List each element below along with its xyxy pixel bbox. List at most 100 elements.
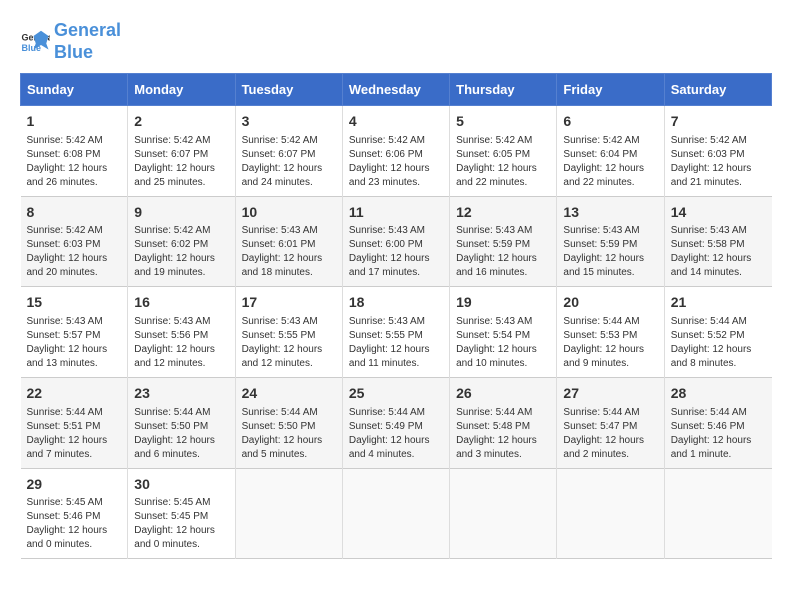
calendar-day-cell: 9 Sunrise: 5:42 AM Sunset: 6:02 PM Dayli… (128, 196, 235, 287)
day-info: Sunrise: 5:44 AM Sunset: 5:47 PM Dayligh… (563, 406, 657, 462)
weekday-header: Wednesday (342, 74, 449, 106)
calendar-day-cell: 20 Sunrise: 5:44 AM Sunset: 5:53 PM Dayl… (557, 287, 664, 378)
calendar-week-row: 1 Sunrise: 5:42 AM Sunset: 6:08 PM Dayli… (21, 106, 772, 197)
calendar-day-cell: 16 Sunrise: 5:43 AM Sunset: 5:56 PM Dayl… (128, 287, 235, 378)
calendar-day-cell: 21 Sunrise: 5:44 AM Sunset: 5:52 PM Dayl… (664, 287, 771, 378)
day-info: Sunrise: 5:43 AM Sunset: 5:57 PM Dayligh… (27, 315, 122, 371)
day-number: 12 (456, 203, 550, 223)
day-number: 20 (563, 293, 657, 313)
day-info: Sunrise: 5:42 AM Sunset: 6:04 PM Dayligh… (563, 134, 657, 190)
weekday-header: Thursday (450, 74, 557, 106)
day-info: Sunrise: 5:43 AM Sunset: 5:59 PM Dayligh… (563, 224, 657, 280)
day-number: 1 (27, 112, 122, 132)
day-number: 27 (563, 384, 657, 404)
day-number: 30 (134, 475, 228, 495)
calendar-week-row: 29 Sunrise: 5:45 AM Sunset: 5:46 PM Dayl… (21, 468, 772, 559)
day-number: 7 (671, 112, 766, 132)
calendar-day-cell (450, 468, 557, 559)
day-number: 8 (27, 203, 122, 223)
day-number: 3 (242, 112, 336, 132)
calendar-day-cell: 28 Sunrise: 5:44 AM Sunset: 5:46 PM Dayl… (664, 377, 771, 468)
calendar-week-row: 8 Sunrise: 5:42 AM Sunset: 6:03 PM Dayli… (21, 196, 772, 287)
calendar-table: SundayMondayTuesdayWednesdayThursdayFrid… (20, 73, 772, 559)
day-number: 4 (349, 112, 443, 132)
calendar-day-cell: 8 Sunrise: 5:42 AM Sunset: 6:03 PM Dayli… (21, 196, 128, 287)
calendar-day-cell: 11 Sunrise: 5:43 AM Sunset: 6:00 PM Dayl… (342, 196, 449, 287)
calendar-week-row: 15 Sunrise: 5:43 AM Sunset: 5:57 PM Dayl… (21, 287, 772, 378)
calendar-day-cell: 29 Sunrise: 5:45 AM Sunset: 5:46 PM Dayl… (21, 468, 128, 559)
day-number: 22 (27, 384, 122, 404)
calendar-day-cell: 5 Sunrise: 5:42 AM Sunset: 6:05 PM Dayli… (450, 106, 557, 197)
day-number: 18 (349, 293, 443, 313)
day-number: 17 (242, 293, 336, 313)
calendar-day-cell: 15 Sunrise: 5:43 AM Sunset: 5:57 PM Dayl… (21, 287, 128, 378)
day-info: Sunrise: 5:43 AM Sunset: 5:55 PM Dayligh… (242, 315, 336, 371)
logo-icon: General Blue (20, 27, 50, 57)
day-info: Sunrise: 5:42 AM Sunset: 6:08 PM Dayligh… (27, 134, 122, 190)
day-number: 15 (27, 293, 122, 313)
day-number: 16 (134, 293, 228, 313)
calendar-day-cell: 6 Sunrise: 5:42 AM Sunset: 6:04 PM Dayli… (557, 106, 664, 197)
weekday-header: Monday (128, 74, 235, 106)
calendar-day-cell: 30 Sunrise: 5:45 AM Sunset: 5:45 PM Dayl… (128, 468, 235, 559)
calendar-day-cell: 24 Sunrise: 5:44 AM Sunset: 5:50 PM Dayl… (235, 377, 342, 468)
calendar-day-cell: 18 Sunrise: 5:43 AM Sunset: 5:55 PM Dayl… (342, 287, 449, 378)
day-info: Sunrise: 5:45 AM Sunset: 5:46 PM Dayligh… (27, 496, 122, 552)
calendar-day-cell: 27 Sunrise: 5:44 AM Sunset: 5:47 PM Dayl… (557, 377, 664, 468)
day-number: 5 (456, 112, 550, 132)
page-header: General Blue General Blue (20, 20, 772, 63)
day-number: 10 (242, 203, 336, 223)
calendar-day-cell: 22 Sunrise: 5:44 AM Sunset: 5:51 PM Dayl… (21, 377, 128, 468)
day-info: Sunrise: 5:43 AM Sunset: 5:58 PM Dayligh… (671, 224, 766, 280)
day-number: 25 (349, 384, 443, 404)
day-number: 14 (671, 203, 766, 223)
day-number: 6 (563, 112, 657, 132)
day-number: 19 (456, 293, 550, 313)
day-info: Sunrise: 5:43 AM Sunset: 5:59 PM Dayligh… (456, 224, 550, 280)
calendar-day-cell (342, 468, 449, 559)
day-number: 2 (134, 112, 228, 132)
logo-text-line1: General (54, 20, 121, 42)
day-number: 21 (671, 293, 766, 313)
day-info: Sunrise: 5:44 AM Sunset: 5:50 PM Dayligh… (134, 406, 228, 462)
calendar-day-cell: 2 Sunrise: 5:42 AM Sunset: 6:07 PM Dayli… (128, 106, 235, 197)
day-number: 9 (134, 203, 228, 223)
day-info: Sunrise: 5:42 AM Sunset: 6:05 PM Dayligh… (456, 134, 550, 190)
calendar-day-cell: 19 Sunrise: 5:43 AM Sunset: 5:54 PM Dayl… (450, 287, 557, 378)
weekday-header: Friday (557, 74, 664, 106)
day-info: Sunrise: 5:44 AM Sunset: 5:50 PM Dayligh… (242, 406, 336, 462)
calendar-day-cell: 3 Sunrise: 5:42 AM Sunset: 6:07 PM Dayli… (235, 106, 342, 197)
calendar-day-cell (235, 468, 342, 559)
day-info: Sunrise: 5:42 AM Sunset: 6:07 PM Dayligh… (134, 134, 228, 190)
calendar-day-cell: 1 Sunrise: 5:42 AM Sunset: 6:08 PM Dayli… (21, 106, 128, 197)
day-info: Sunrise: 5:42 AM Sunset: 6:03 PM Dayligh… (671, 134, 766, 190)
calendar-day-cell (664, 468, 771, 559)
day-info: Sunrise: 5:44 AM Sunset: 5:48 PM Dayligh… (456, 406, 550, 462)
day-info: Sunrise: 5:44 AM Sunset: 5:52 PM Dayligh… (671, 315, 766, 371)
day-number: 28 (671, 384, 766, 404)
day-info: Sunrise: 5:44 AM Sunset: 5:51 PM Dayligh… (27, 406, 122, 462)
day-info: Sunrise: 5:42 AM Sunset: 6:02 PM Dayligh… (134, 224, 228, 280)
day-info: Sunrise: 5:44 AM Sunset: 5:46 PM Dayligh… (671, 406, 766, 462)
calendar-day-cell: 12 Sunrise: 5:43 AM Sunset: 5:59 PM Dayl… (450, 196, 557, 287)
day-number: 23 (134, 384, 228, 404)
day-info: Sunrise: 5:43 AM Sunset: 5:55 PM Dayligh… (349, 315, 443, 371)
day-number: 13 (563, 203, 657, 223)
calendar-day-cell: 14 Sunrise: 5:43 AM Sunset: 5:58 PM Dayl… (664, 196, 771, 287)
day-info: Sunrise: 5:44 AM Sunset: 5:53 PM Dayligh… (563, 315, 657, 371)
weekday-header-row: SundayMondayTuesdayWednesdayThursdayFrid… (21, 74, 772, 106)
day-info: Sunrise: 5:45 AM Sunset: 5:45 PM Dayligh… (134, 496, 228, 552)
calendar-day-cell: 23 Sunrise: 5:44 AM Sunset: 5:50 PM Dayl… (128, 377, 235, 468)
logo-text-line2: Blue (54, 42, 121, 64)
calendar-day-cell: 7 Sunrise: 5:42 AM Sunset: 6:03 PM Dayli… (664, 106, 771, 197)
calendar-day-cell: 13 Sunrise: 5:43 AM Sunset: 5:59 PM Dayl… (557, 196, 664, 287)
calendar-day-cell: 17 Sunrise: 5:43 AM Sunset: 5:55 PM Dayl… (235, 287, 342, 378)
day-number: 26 (456, 384, 550, 404)
day-info: Sunrise: 5:44 AM Sunset: 5:49 PM Dayligh… (349, 406, 443, 462)
calendar-day-cell: 25 Sunrise: 5:44 AM Sunset: 5:49 PM Dayl… (342, 377, 449, 468)
day-info: Sunrise: 5:43 AM Sunset: 6:01 PM Dayligh… (242, 224, 336, 280)
day-info: Sunrise: 5:43 AM Sunset: 5:56 PM Dayligh… (134, 315, 228, 371)
weekday-header: Sunday (21, 74, 128, 106)
day-info: Sunrise: 5:42 AM Sunset: 6:06 PM Dayligh… (349, 134, 443, 190)
calendar-day-cell: 26 Sunrise: 5:44 AM Sunset: 5:48 PM Dayl… (450, 377, 557, 468)
